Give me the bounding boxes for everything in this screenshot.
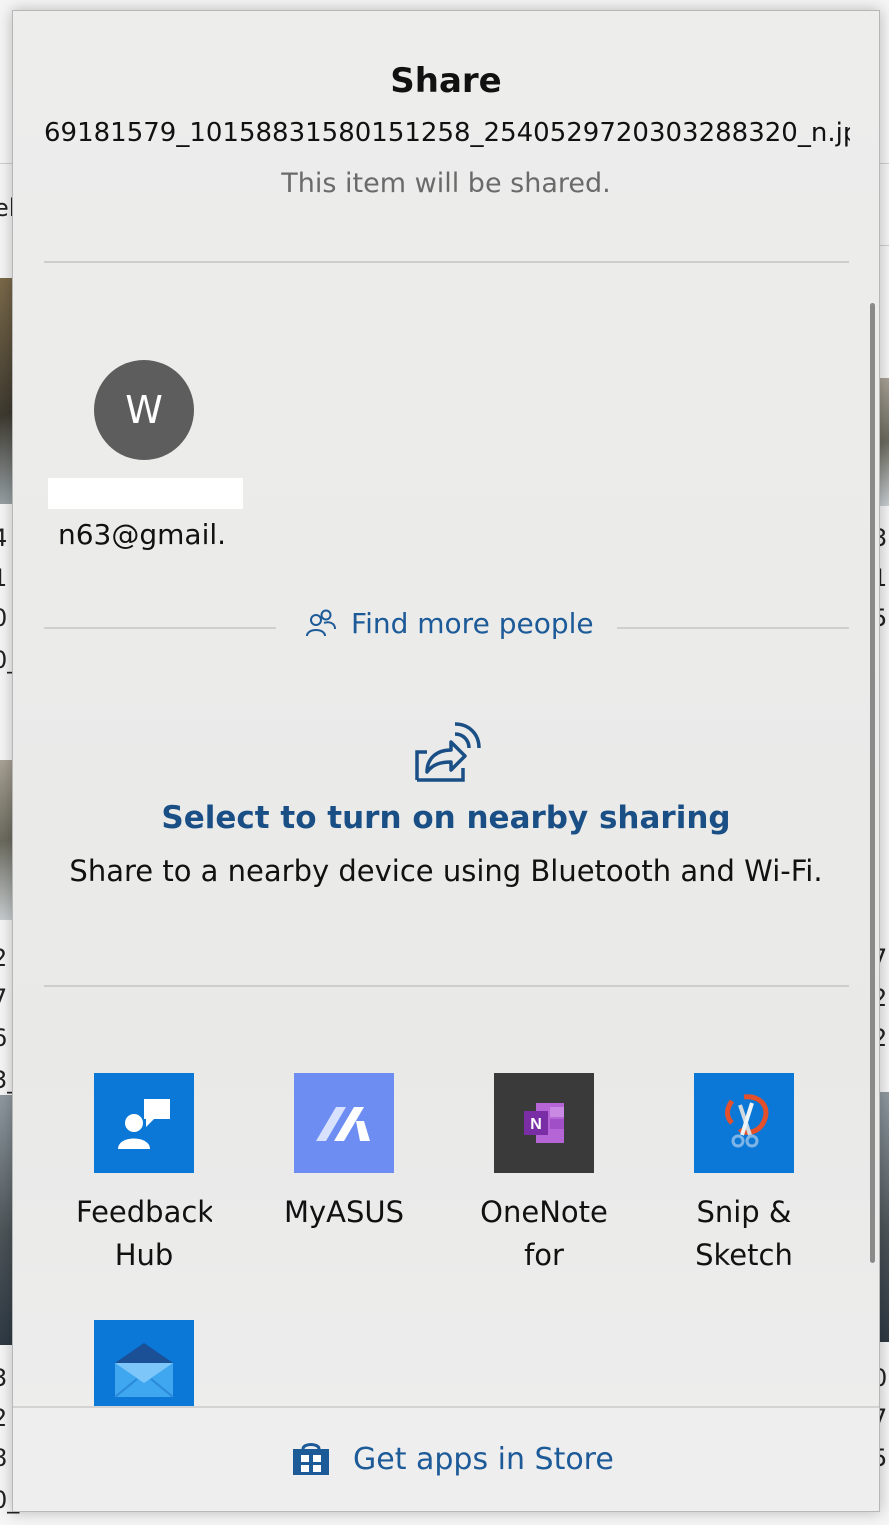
svg-text:N: N xyxy=(530,1116,542,1133)
share-title: Share xyxy=(390,61,502,101)
bg-text-fragment: 7 xyxy=(0,978,7,1018)
apps-divider xyxy=(44,985,849,987)
avatar: W xyxy=(94,360,194,460)
bg-text-fragment: 2 xyxy=(0,938,7,978)
bg-divider xyxy=(0,163,12,164)
app-myasus[interactable]: MyASUS xyxy=(264,1073,424,1234)
bg-text-fragment: 2 xyxy=(0,1398,7,1438)
bg-text-fragment: 3 xyxy=(0,1358,7,1398)
app-snip-sketch[interactable]: Snip & Sketch xyxy=(664,1073,824,1277)
feedback-hub-icon xyxy=(94,1073,194,1173)
nearby-sharing-title[interactable]: Select to turn on nearby sharing xyxy=(13,800,879,836)
share-targets-area: W n63@gmail. Find more people Select to … xyxy=(13,263,879,1406)
store-icon xyxy=(293,1443,329,1475)
myasus-icon xyxy=(294,1073,394,1173)
snip-sketch-icon xyxy=(694,1073,794,1173)
divider xyxy=(44,627,276,629)
bg-photo-thumbnail[interactable] xyxy=(0,1095,12,1345)
app-label: MyASUS xyxy=(283,1195,405,1229)
divider xyxy=(617,627,849,629)
app-feedback-hub[interactable]: Feedback Hub xyxy=(64,1073,224,1277)
bg-text-fragment: 6 xyxy=(0,1018,7,1058)
contact-email: n63@gmail. xyxy=(58,518,227,551)
find-more-people-row: Find more people xyxy=(13,603,879,653)
scrollbar[interactable] xyxy=(870,303,875,1263)
shared-filename: 69181579_10158831580151258_2540529720303… xyxy=(44,118,850,148)
nearby-share-icon xyxy=(415,722,481,782)
bg-text-fragment: 8 xyxy=(0,1438,7,1478)
people-icon xyxy=(306,609,336,636)
find-more-people-button[interactable]: Find more people xyxy=(305,607,594,640)
get-apps-in-store-button[interactable]: Get apps in Store xyxy=(291,1441,614,1477)
bg-text-fragment: 0 xyxy=(0,598,7,638)
store-footer: Get apps in Store xyxy=(13,1406,879,1511)
bg-text-fragment: 1 xyxy=(0,558,7,598)
share-panel: Share 69181579_10158831580151258_2540529… xyxy=(12,10,880,1512)
bg-photo-thumbnail[interactable] xyxy=(0,278,12,504)
app-label: Feedback Hub xyxy=(76,1195,212,1272)
nearby-sharing-description: Share to a nearby device using Bluetooth… xyxy=(69,854,823,888)
bg-text-fragment: 4 xyxy=(0,518,7,558)
contact-name-redacted xyxy=(48,478,243,509)
share-subtitle: This item will be shared. xyxy=(281,168,611,199)
store-label: Get apps in Store xyxy=(353,1441,614,1477)
bg-photo-thumbnail[interactable] xyxy=(0,760,12,920)
app-onenote[interactable]: N OneNote for Windows 10 xyxy=(464,1073,624,1277)
app-label: Snip & Sketch xyxy=(695,1195,793,1272)
app-label: OneNote for Windows 10 xyxy=(480,1195,608,1272)
find-more-people-label: Find more people xyxy=(351,607,594,640)
app-mail[interactable] xyxy=(64,1320,224,1406)
mail-icon xyxy=(94,1320,194,1406)
onenote-icon: N xyxy=(494,1073,594,1173)
